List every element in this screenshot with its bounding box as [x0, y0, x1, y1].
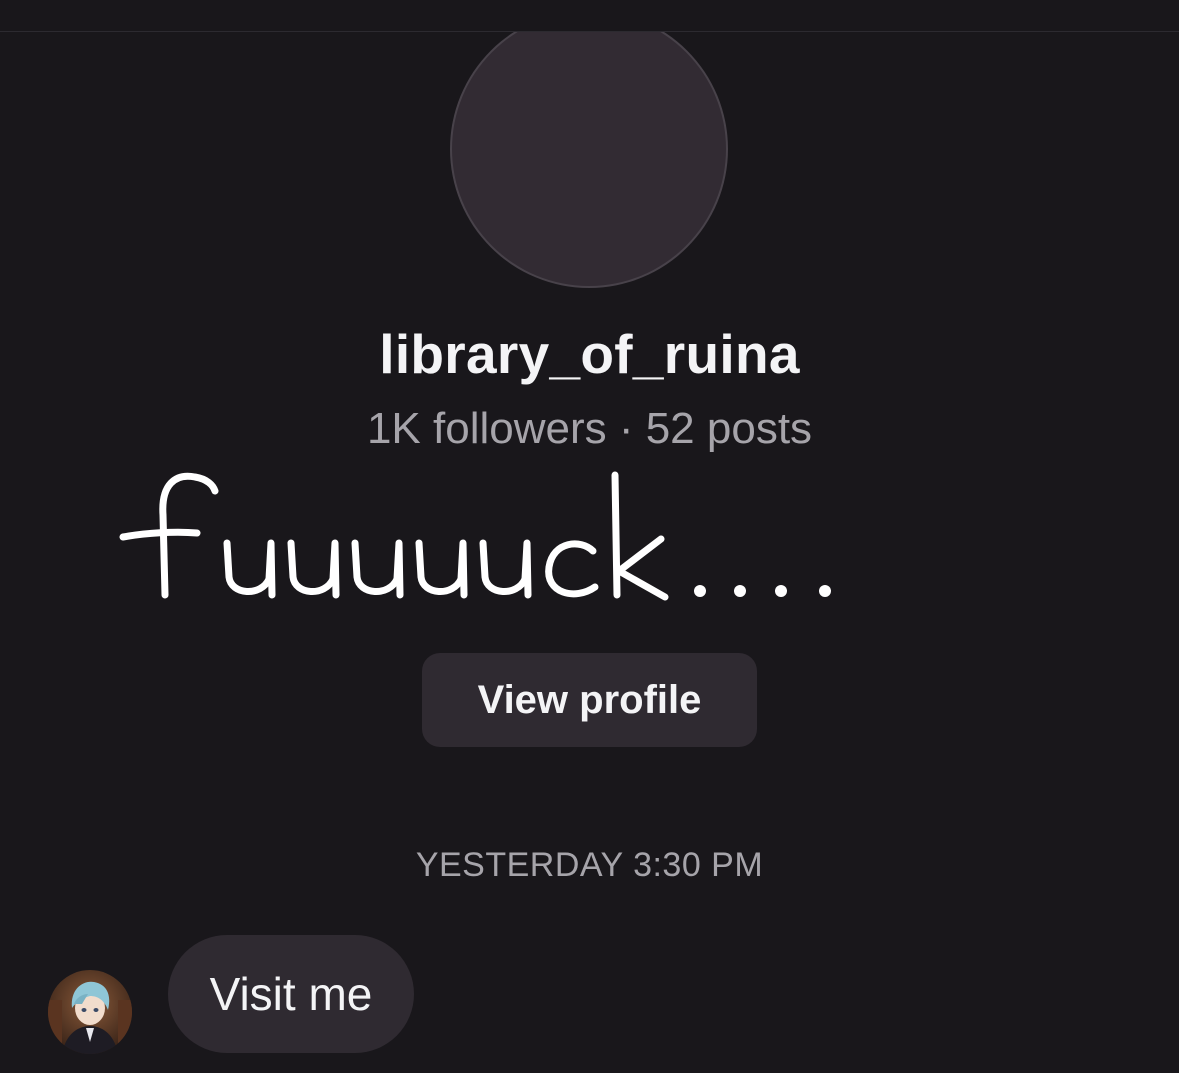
header-divider: [0, 31, 1179, 32]
message-bubble[interactable]: Visit me: [168, 935, 414, 1053]
handwritten-overlay-text: [119, 471, 831, 601]
anime-character-avatar-icon: [48, 970, 132, 1054]
view-profile-button[interactable]: View profile: [422, 653, 757, 747]
profile-avatar-placeholder[interactable]: [452, 12, 726, 286]
sender-avatar[interactable]: [48, 970, 132, 1054]
header-area: [0, 0, 1179, 31]
profile-username: library_of_ruina: [379, 323, 800, 385]
message-timestamp: YESTERDAY 3:30 PM: [415, 846, 764, 884]
dm-thread-screen: library_of_ruina 1K followers · 52 posts: [0, 0, 1179, 1073]
profile-stats: 1K followers · 52 posts: [366, 404, 813, 453]
